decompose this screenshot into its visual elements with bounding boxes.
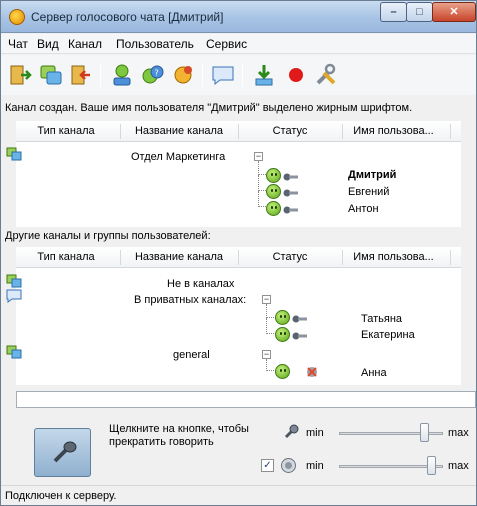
- status-bar: Подключен к серверу.: [1, 485, 476, 505]
- user-status-icon: [275, 327, 290, 342]
- record-icon[interactable]: [284, 63, 308, 87]
- other-channels-label: Другие каналы и группы пользователей:: [5, 230, 211, 242]
- message-input[interactable]: [16, 391, 476, 408]
- not-in-channels-label[interactable]: Не в каналах: [167, 278, 234, 290]
- toolbar-separator: [202, 63, 203, 87]
- mic-max-label: max: [448, 427, 469, 439]
- microphone-icon: [53, 441, 77, 463]
- app-icon: [9, 9, 25, 25]
- app-window: Сервер голосового чата [Дмитрий] – □ ✕ Ч…: [0, 0, 477, 506]
- connection-status: Подключен к серверу.: [5, 490, 117, 502]
- join-channel-icon[interactable]: [8, 63, 32, 87]
- user-name[interactable]: Татьяна: [361, 313, 402, 325]
- col-status[interactable]: Статус: [238, 125, 342, 137]
- user-name[interactable]: Антон: [348, 203, 379, 215]
- speaker-min-label: min: [306, 460, 324, 472]
- col-channel-name[interactable]: Название канала: [120, 125, 238, 137]
- menu-service[interactable]: Сервис: [206, 37, 247, 51]
- channel-list-icon[interactable]: [39, 63, 63, 87]
- channel-name-general[interactable]: general: [173, 349, 210, 361]
- user-status-icon: [275, 310, 290, 325]
- user-status-icon: [275, 364, 290, 379]
- speaker-max-label: max: [448, 460, 469, 472]
- toolbar-separator: [100, 63, 101, 87]
- other-channels-panel: Тип канала Название канала Статус Имя по…: [6, 247, 461, 385]
- talk-hint: Щелкните на кнопке, чтобы прекратить гов…: [109, 423, 249, 448]
- toolbar: ?: [1, 55, 476, 95]
- toolbar-separator: [242, 63, 243, 87]
- channel-type-icon: [6, 147, 22, 161]
- microphone-icon: [283, 189, 298, 197]
- user-name[interactable]: Анна: [361, 367, 387, 379]
- col-status[interactable]: Статус: [238, 251, 342, 263]
- download-icon[interactable]: [252, 63, 276, 87]
- info-message: Канал создан. Ваше имя пользователя "Дми…: [5, 102, 413, 114]
- window-title: Сервер голосового чата [Дмитрий]: [31, 10, 224, 24]
- menu-user[interactable]: Пользователь: [116, 37, 194, 51]
- microphone-icon: [292, 315, 307, 323]
- user-help-icon[interactable]: ?: [141, 63, 165, 87]
- mic-volume-slider[interactable]: [419, 423, 429, 442]
- close-icon: ✕: [449, 6, 459, 18]
- user-settings-icon[interactable]: [171, 63, 195, 87]
- collapse-toggle[interactable]: −: [262, 350, 271, 359]
- user-status-icon: [266, 201, 281, 216]
- tools-icon[interactable]: [314, 63, 338, 87]
- talk-button[interactable]: [34, 428, 91, 477]
- private-channels-label[interactable]: В приватных каналах:: [134, 294, 246, 306]
- user-name[interactable]: Евгений: [348, 186, 389, 198]
- channel-type-icon: [6, 345, 22, 359]
- channel-type-icon: [6, 274, 22, 288]
- user-name-self[interactable]: Дмитрий: [348, 169, 396, 181]
- menu-channel[interactable]: Канал: [68, 37, 102, 51]
- microphone-icon: [292, 332, 307, 340]
- col-user-name[interactable]: Имя пользова...: [342, 251, 445, 263]
- microphone-icon: [283, 173, 298, 181]
- menu-bar: Чат Вид Канал Пользователь Сервис: [1, 34, 476, 54]
- mic-min-label: min: [306, 427, 324, 439]
- col-user-name[interactable]: Имя пользова...: [342, 125, 445, 137]
- collapse-toggle[interactable]: −: [262, 295, 271, 304]
- speaker-volume-slider[interactable]: [427, 456, 437, 475]
- speaker-icon: [281, 458, 296, 473]
- col-channel-name[interactable]: Название канала: [120, 251, 238, 263]
- menu-view[interactable]: Вид: [37, 37, 59, 51]
- menu-chat[interactable]: Чат: [8, 37, 28, 51]
- leave-channel-icon[interactable]: [69, 63, 93, 87]
- other-table-header: Тип канала Название канала Статус Имя по…: [16, 247, 461, 268]
- chat-message-icon[interactable]: [211, 63, 235, 87]
- speaker-enabled-checkbox[interactable]: ✓: [261, 459, 274, 472]
- voice-controls: Щелкните на кнопке, чтобы прекратить гов…: [16, 411, 476, 484]
- microphone-icon: [283, 206, 298, 214]
- col-channel-type[interactable]: Тип канала: [16, 125, 116, 137]
- channel-panel: Тип канала Название канала Статус Имя по…: [6, 121, 461, 227]
- private-channel-icon: [6, 289, 22, 303]
- user-status-icon: [266, 168, 281, 183]
- title-bar: Сервер голосового чата [Дмитрий] – □ ✕: [1, 1, 476, 33]
- maximize-icon: □: [416, 6, 423, 18]
- user-status-icon: [266, 184, 281, 199]
- microphone-icon: [284, 424, 299, 439]
- user-info-icon[interactable]: [110, 63, 134, 87]
- collapse-toggle[interactable]: −: [254, 152, 263, 161]
- maximize-button[interactable]: □: [406, 2, 433, 22]
- col-channel-type[interactable]: Тип канала: [16, 251, 116, 263]
- close-button[interactable]: ✕: [432, 2, 476, 22]
- channel-name-marketing[interactable]: Отдел Маркетинга: [131, 151, 225, 163]
- muted-icon: [307, 367, 317, 377]
- minimize-button[interactable]: –: [380, 2, 407, 22]
- svg-text:?: ?: [155, 69, 159, 78]
- user-name[interactable]: Екатерина: [361, 329, 415, 341]
- channel-table-header: Тип канала Название канала Статус Имя по…: [16, 121, 461, 142]
- minimize-icon: –: [390, 6, 397, 18]
